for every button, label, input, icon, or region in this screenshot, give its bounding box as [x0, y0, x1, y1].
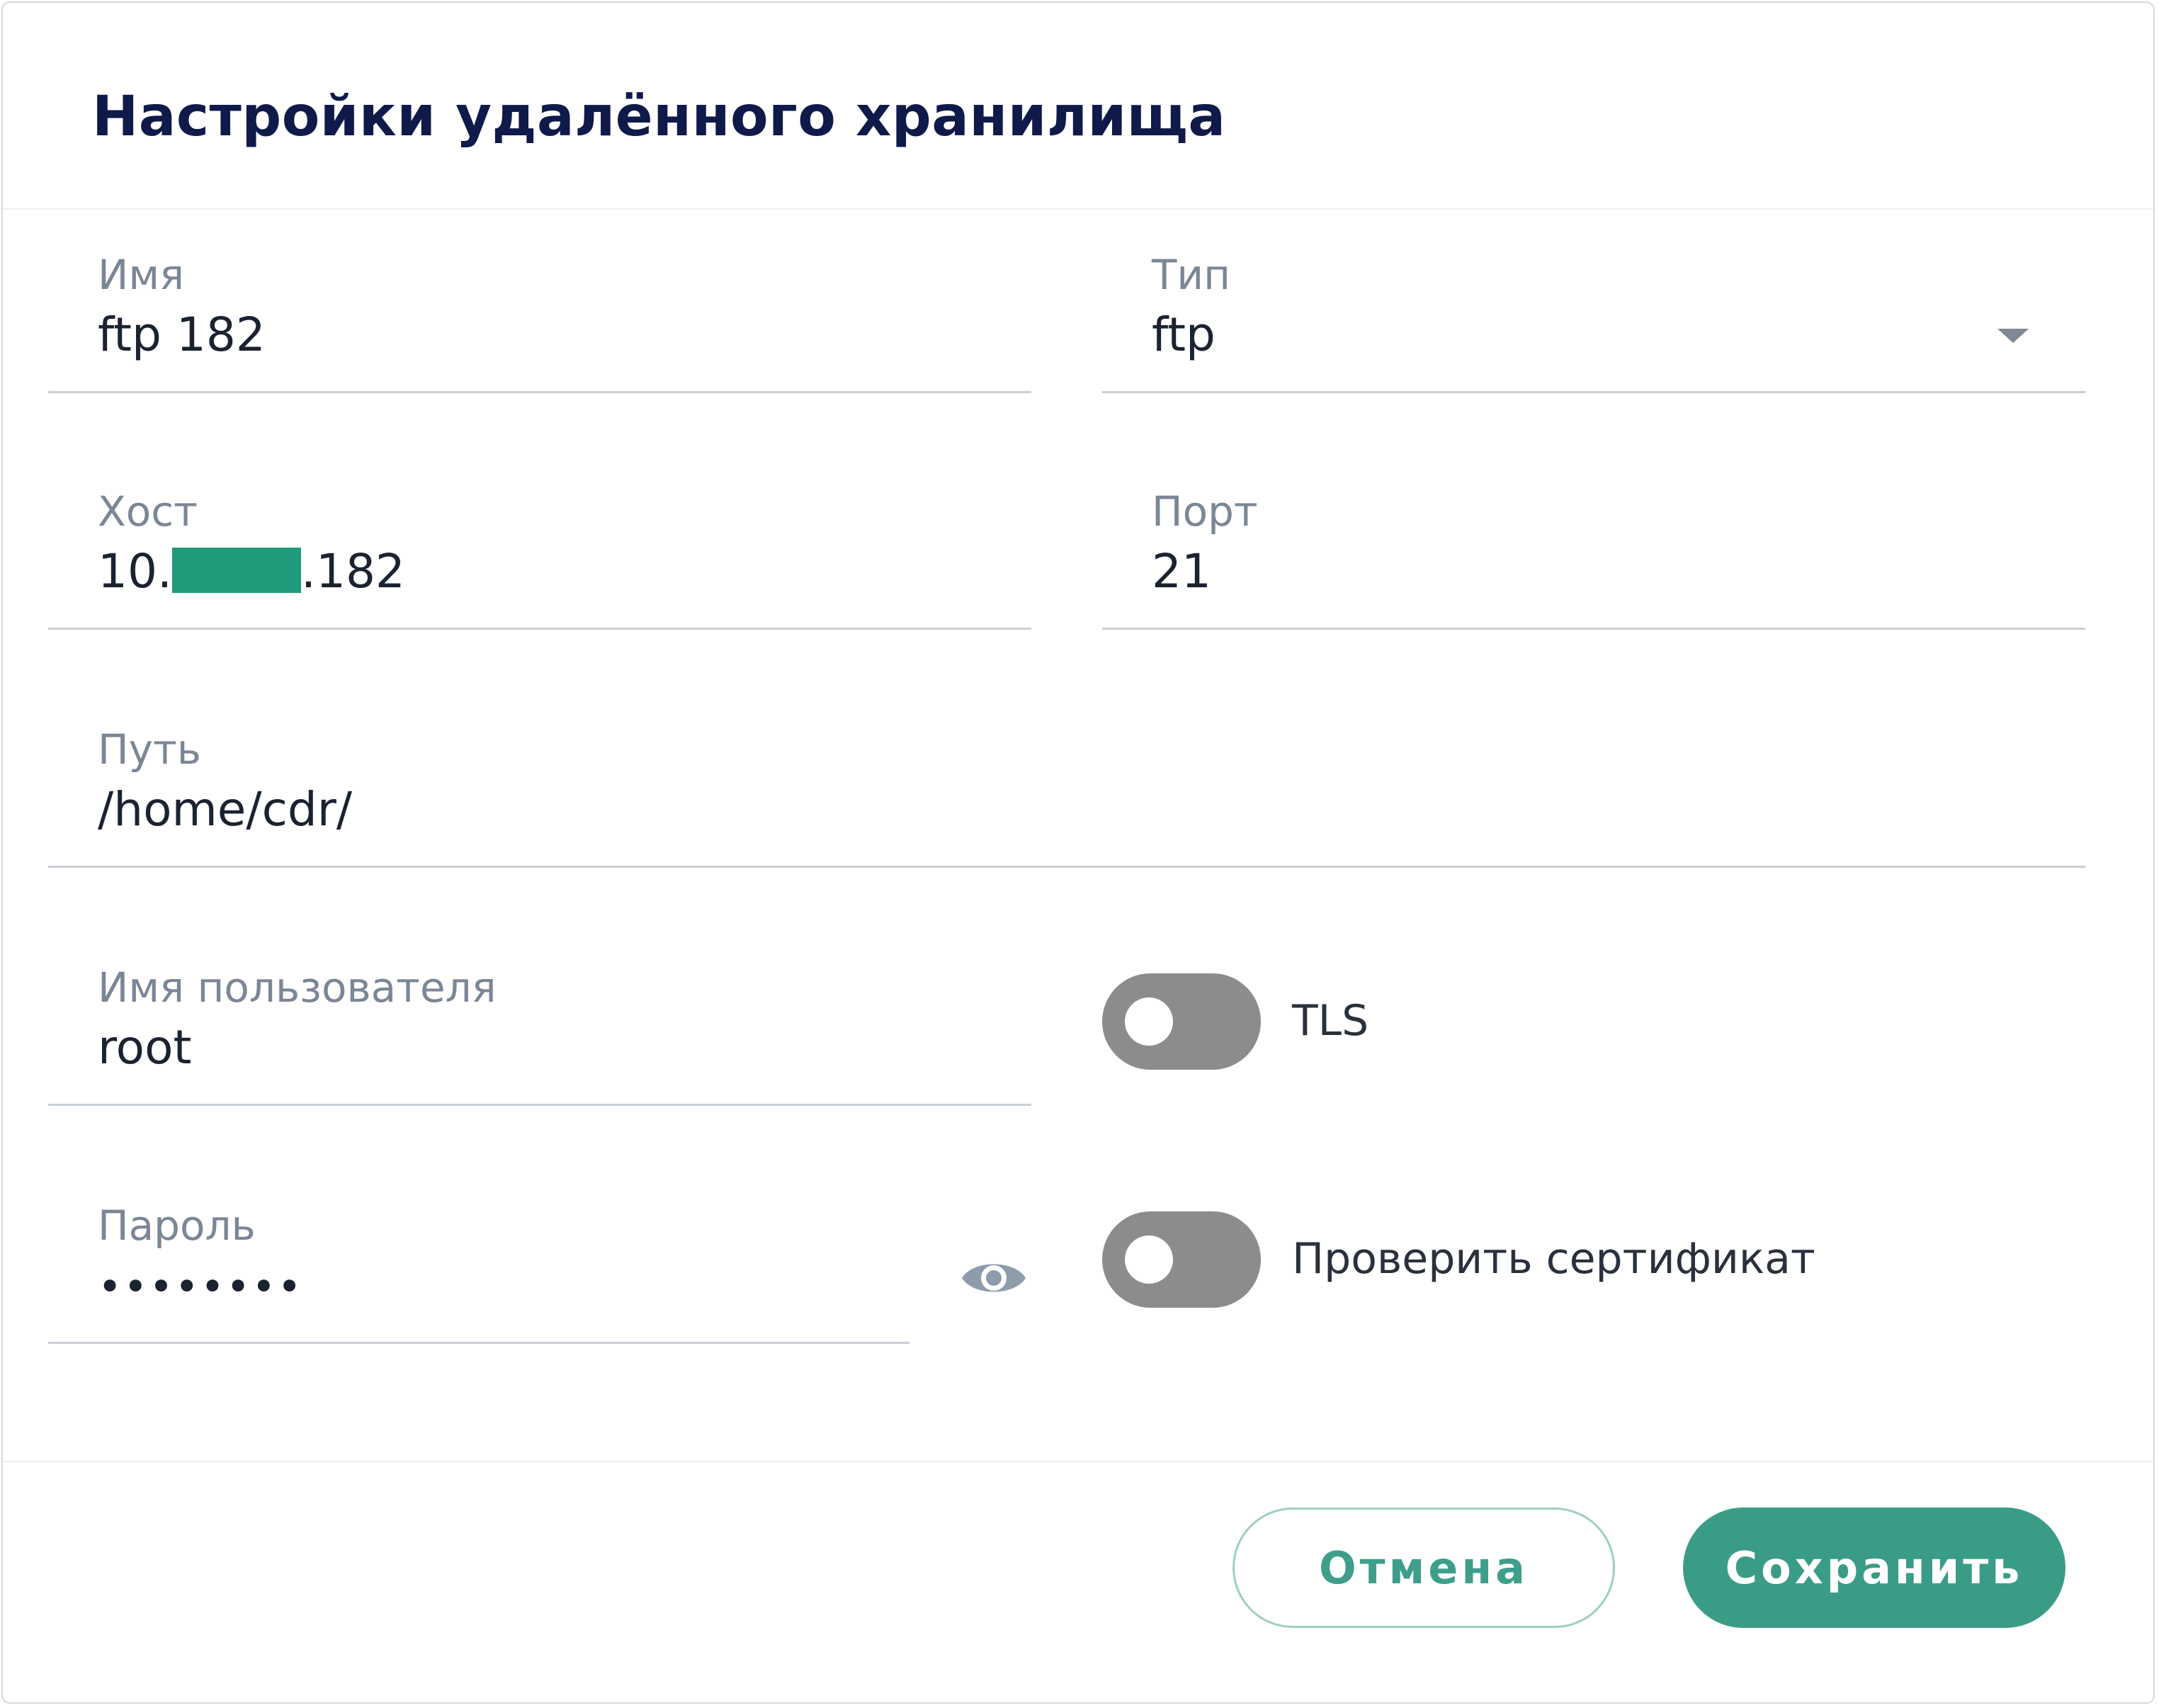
- host-value-prefix: 10.: [98, 544, 172, 599]
- path-underline: [48, 866, 2085, 868]
- password-underline: [48, 1342, 910, 1344]
- chevron-down-icon[interactable]: [1998, 329, 2029, 343]
- verify-cert-label: Проверить сертификат: [1292, 1234, 1815, 1284]
- tls-label: TLS: [1292, 996, 1369, 1046]
- password-label: Пароль: [98, 1201, 256, 1250]
- type-select[interactable]: Тип ftp: [1102, 251, 2085, 398]
- name-input[interactable]: ftp 182: [98, 307, 266, 362]
- redacted-block: [171, 548, 301, 593]
- username-input[interactable]: root: [98, 1020, 191, 1075]
- eye-icon[interactable]: [959, 1255, 1028, 1301]
- port-underline: [1102, 628, 2085, 630]
- port-label: Порт: [1152, 487, 1258, 536]
- type-label: Тип: [1152, 251, 1231, 299]
- type-value[interactable]: ftp: [1152, 307, 1216, 362]
- username-field[interactable]: Имя пользователя root: [48, 963, 1031, 1111]
- host-underline: [48, 628, 1031, 630]
- dialog-title: Настройки удалённого хранилища: [92, 85, 1226, 149]
- path-field[interactable]: Путь /home/cdr/: [48, 725, 2085, 873]
- host-input[interactable]: 10. .182: [98, 544, 405, 599]
- header-divider: [3, 208, 2153, 210]
- username-label: Имя пользователя: [98, 963, 497, 1012]
- host-value-suffix: .182: [300, 544, 405, 599]
- username-underline: [48, 1104, 1031, 1106]
- port-input[interactable]: 21: [1152, 544, 1211, 599]
- name-field[interactable]: Имя ftp 182: [48, 251, 1031, 398]
- host-label: Хост: [98, 487, 198, 536]
- name-label: Имя: [98, 251, 185, 299]
- name-underline: [48, 391, 1031, 393]
- password-input[interactable]: ••••••••: [98, 1262, 303, 1311]
- footer-divider: [3, 1461, 2153, 1462]
- remote-storage-settings-dialog: Настройки удалённого хранилища Имя ftp 1…: [1, 1, 2155, 1704]
- port-field[interactable]: Порт 21: [1102, 487, 2085, 635]
- password-field[interactable]: Пароль ••••••••: [48, 1201, 910, 1349]
- path-label: Путь: [98, 725, 201, 774]
- host-field[interactable]: Хост 10. .182: [48, 487, 1031, 635]
- type-underline: [1102, 391, 2085, 393]
- verify-cert-toggle[interactable]: [1102, 1211, 1261, 1308]
- tls-toggle[interactable]: [1102, 973, 1261, 1070]
- cancel-button[interactable]: Отмена: [1232, 1508, 1615, 1628]
- save-button[interactable]: Сохранить: [1683, 1508, 2066, 1628]
- path-input[interactable]: /home/cdr/: [98, 782, 352, 837]
- tls-toggle-knob: [1125, 997, 1173, 1046]
- verify-cert-toggle-knob: [1125, 1235, 1173, 1284]
